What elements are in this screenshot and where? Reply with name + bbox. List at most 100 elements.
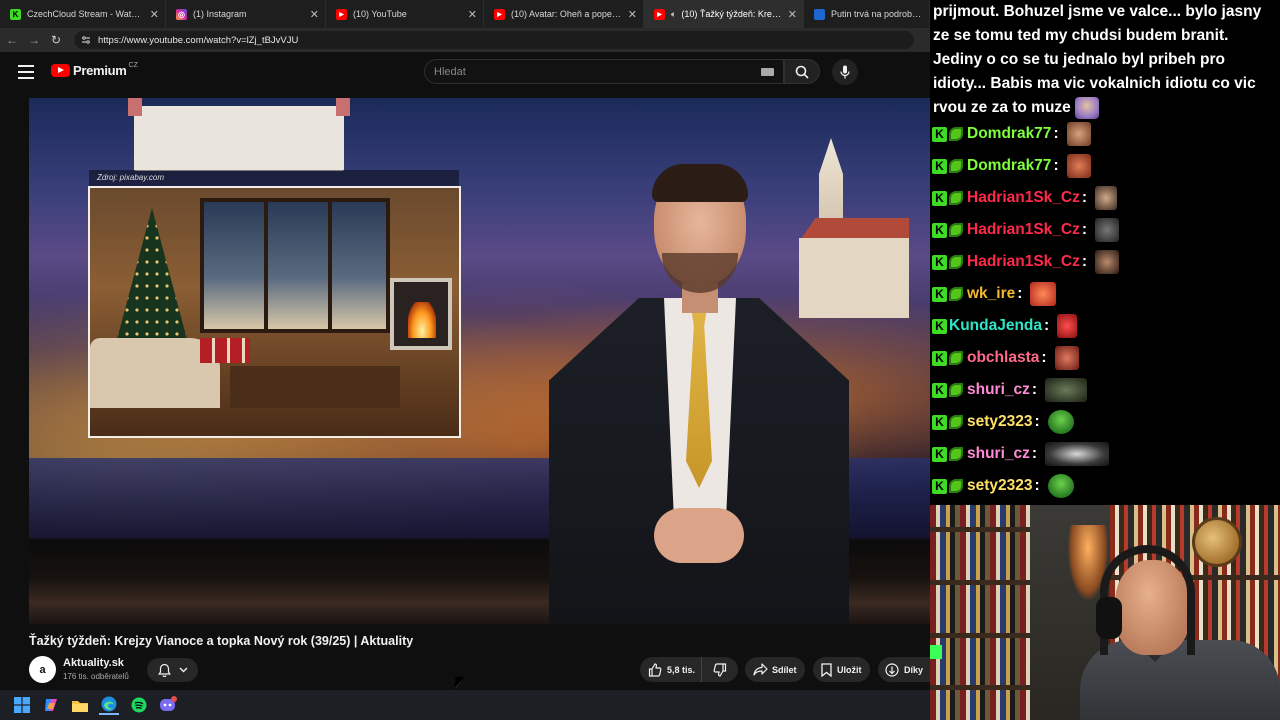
inset-caption: Zdroj: pixabay.com	[89, 170, 459, 186]
screen: K CzechCloud Stream - Watch Live o ✕ ◎ (…	[0, 0, 1280, 720]
inset-gifts	[200, 338, 250, 363]
search-box	[424, 59, 784, 84]
kick-badge-icon: K	[932, 382, 947, 398]
chat-username[interactable]: obchlasta	[967, 349, 1039, 367]
inset-fireplace	[390, 278, 452, 350]
close-tab-icon[interactable]: ✕	[628, 8, 637, 21]
youtube-logo[interactable]: Premium CZ	[51, 62, 138, 78]
chat-username[interactable]: Domdrak77	[967, 125, 1051, 143]
youtube-masthead: Premium CZ	[0, 52, 930, 92]
close-tab-icon[interactable]: ✕	[150, 8, 159, 21]
channel-name[interactable]: Aktuality.sk	[63, 657, 124, 669]
subscriber-badge-icon	[949, 351, 963, 365]
tab-czechcloud[interactable]: K CzechCloud Stream - Watch Live o ✕	[0, 0, 166, 28]
search-button[interactable]	[784, 59, 820, 84]
emote-image	[1095, 250, 1120, 274]
back-icon[interactable]: ←	[0, 28, 24, 52]
forward-icon[interactable]: →	[22, 28, 46, 52]
kick-badge-icon: K	[932, 286, 947, 302]
super-thanks-icon	[885, 662, 899, 677]
tab-instagram[interactable]: ◎ (1) Instagram ✕	[166, 0, 326, 28]
chat-message: K Domdrak77:	[932, 120, 1091, 148]
search-icon	[795, 65, 809, 79]
chat-username[interactable]: Domdrak77	[967, 157, 1051, 175]
youtube-favicon-icon: ▶	[654, 8, 665, 20]
chat-username[interactable]: Hadrian1Sk_Cz	[967, 221, 1080, 239]
share-label: Sdílet	[772, 664, 797, 675]
emote-image	[1075, 96, 1100, 119]
kick-badge-icon: K	[932, 190, 947, 206]
dislike-button[interactable]	[702, 662, 738, 677]
notifications-button[interactable]	[147, 658, 198, 682]
tab-title: (1) Instagram	[193, 9, 247, 19]
menu-icon[interactable]	[18, 65, 34, 79]
emote-image	[1057, 314, 1078, 338]
subscriber-badge-icon	[949, 287, 963, 301]
keyboard-icon[interactable]	[761, 68, 774, 76]
share-button[interactable]: Sdílet	[745, 657, 805, 682]
video-title: Ťažký týždeň: Krejzy Vianoce a topka Nov…	[29, 634, 414, 648]
mouse-cursor	[455, 678, 464, 688]
copilot-icon[interactable]	[41, 695, 61, 715]
chat-message: K shuri_cz:	[932, 440, 1110, 468]
bookmark-icon	[821, 662, 832, 677]
emote-image	[1066, 154, 1091, 178]
windows-start-icon[interactable]	[12, 695, 32, 715]
emote-image	[1047, 474, 1074, 498]
discord-icon[interactable]	[158, 695, 178, 715]
chat-username[interactable]: Hadrian1Sk_Cz	[967, 189, 1080, 207]
tab-avatar-video[interactable]: ▶ (10) Avatar: Oheň a popel - Už mě ✕	[484, 0, 644, 28]
streamer-webcam	[930, 505, 1280, 720]
file-explorer-icon[interactable]	[70, 695, 90, 715]
subscriber-badge-icon	[949, 159, 963, 173]
anchor-hair	[652, 164, 748, 202]
subscriber-count: 176 tis. odběratelů	[63, 672, 129, 681]
subscriber-badge-icon	[949, 255, 963, 269]
chat-username[interactable]: wk_ire	[967, 285, 1015, 303]
save-button[interactable]: Uložit	[813, 657, 870, 682]
thanks-button[interactable]: Díky	[878, 657, 930, 682]
chat-username[interactable]: sety2323	[967, 413, 1033, 431]
close-tab-icon[interactable]: ✕	[468, 8, 477, 21]
reload-icon[interactable]: ↻	[44, 28, 68, 52]
subscriber-badge-icon	[949, 447, 963, 461]
share-icon	[753, 663, 768, 676]
news-anchor	[534, 158, 849, 624]
kick-badge-icon: K	[932, 414, 947, 430]
close-tab-icon[interactable]: ✕	[310, 8, 319, 21]
channel-avatar[interactable]: a	[29, 656, 56, 683]
kick-badge-icon: K	[932, 158, 947, 174]
tab-title: Putin trvá na podrobení Ukraj	[831, 9, 923, 19]
tab-active-video[interactable]: ▶ 🔈︎ (10) Ťažký týždeň: Krejzy Viano ✕	[644, 0, 804, 28]
tab-youtube[interactable]: ▶ (10) YouTube ✕	[326, 0, 484, 28]
chat-username[interactable]: KundaJenda	[949, 317, 1042, 335]
kick-badge-icon: K	[932, 126, 947, 142]
logo-region: CZ	[128, 62, 138, 69]
close-tab-icon[interactable]: ✕	[788, 8, 797, 21]
site-info-icon[interactable]	[80, 34, 92, 46]
chat-username[interactable]: Hadrian1Sk_Cz	[967, 253, 1080, 271]
chat-message: K Hadrian1Sk_Cz:	[932, 184, 1118, 212]
tab-putin-article[interactable]: Putin trvá na podrobení Ukraj	[804, 0, 930, 28]
anchor-beard	[662, 253, 738, 293]
video-player[interactable]: Zdroj: pixabay.com	[29, 98, 930, 624]
emote-image	[1045, 442, 1110, 466]
search-input[interactable]	[425, 60, 745, 83]
emote-image	[1045, 378, 1088, 402]
subscriber-badge-icon	[949, 191, 963, 205]
video-castle	[128, 98, 350, 171]
edge-browser-icon[interactable]	[99, 695, 119, 715]
kick-badge-icon: K	[932, 318, 947, 334]
voice-search-button[interactable]	[832, 59, 858, 85]
like-button[interactable]: 5,8 tis.	[640, 657, 702, 682]
save-label: Uložit	[837, 664, 862, 675]
chat-username[interactable]: shuri_cz	[967, 445, 1030, 463]
url-field[interactable]: https://www.youtube.com/watch?v=lZj_tBJv…	[74, 31, 914, 49]
speaker-icon[interactable]: 🔈︎	[671, 9, 676, 20]
youtube-play-icon	[51, 64, 70, 77]
chat-username[interactable]: shuri_cz	[967, 381, 1030, 399]
spotify-icon[interactable]	[129, 695, 149, 715]
youtube-page: Premium CZ Zdroj: pixabay.	[0, 52, 930, 690]
chat-username[interactable]: sety2323	[967, 477, 1033, 495]
youtube-favicon-icon: ▶	[494, 8, 505, 20]
